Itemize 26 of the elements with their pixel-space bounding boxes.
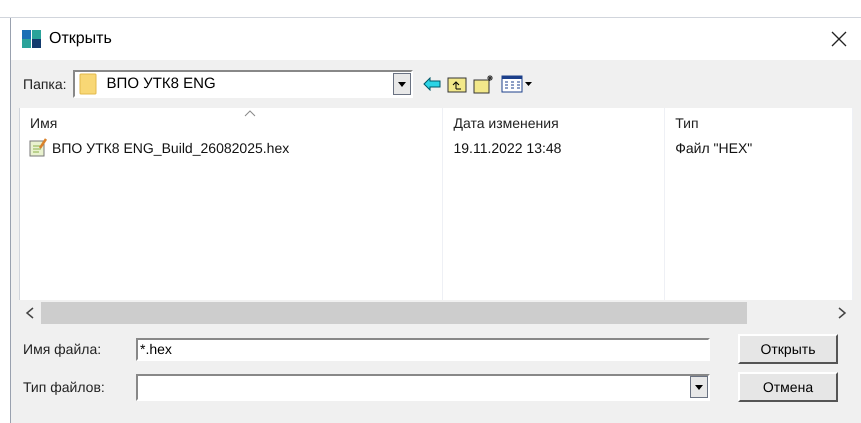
scroll-left-icon[interactable] [25, 306, 35, 318]
folder-name: ВПО УТК8 ENG [106, 74, 217, 94]
open-button[interactable]: Открыть [738, 334, 838, 364]
column-header[interactable]: Дата изменения [443, 108, 664, 136]
file-name-label: Имя файла: [23, 340, 102, 359]
folder-dropdown[interactable]: ВПО УТК8 ENG [72, 70, 413, 98]
new-folder-icon[interactable] [472, 74, 495, 94]
file-name[interactable]: ВПО УТК8 ENG_Build_26082025.hex [52, 138, 290, 158]
date-cell-text: 19.11.2022 13:48 [452, 138, 562, 158]
cancel-button[interactable]: Отмена [738, 372, 838, 402]
folder-label: Папка: [23, 74, 67, 94]
file-type-label: Тип файлов: [23, 378, 106, 397]
close-icon[interactable] [831, 31, 847, 47]
type-cell-text: Файл "HEX" [674, 138, 754, 158]
folder-icon [78, 73, 97, 95]
back-arrow-icon[interactable] [422, 77, 441, 91]
scrollbar-thumb[interactable] [41, 302, 747, 324]
app-icon [21, 29, 43, 49]
window-title: Открыть [49, 29, 112, 49]
scroll-right-icon[interactable] [837, 306, 847, 318]
up-folder-icon[interactable] [446, 75, 467, 93]
column-header[interactable]: Тип [665, 108, 852, 136]
view-menu-icon[interactable] [500, 75, 533, 93]
file-name-field[interactable]: *.hex [136, 338, 710, 360]
column-header[interactable]: Имя [20, 108, 442, 136]
file-icon [28, 138, 48, 158]
